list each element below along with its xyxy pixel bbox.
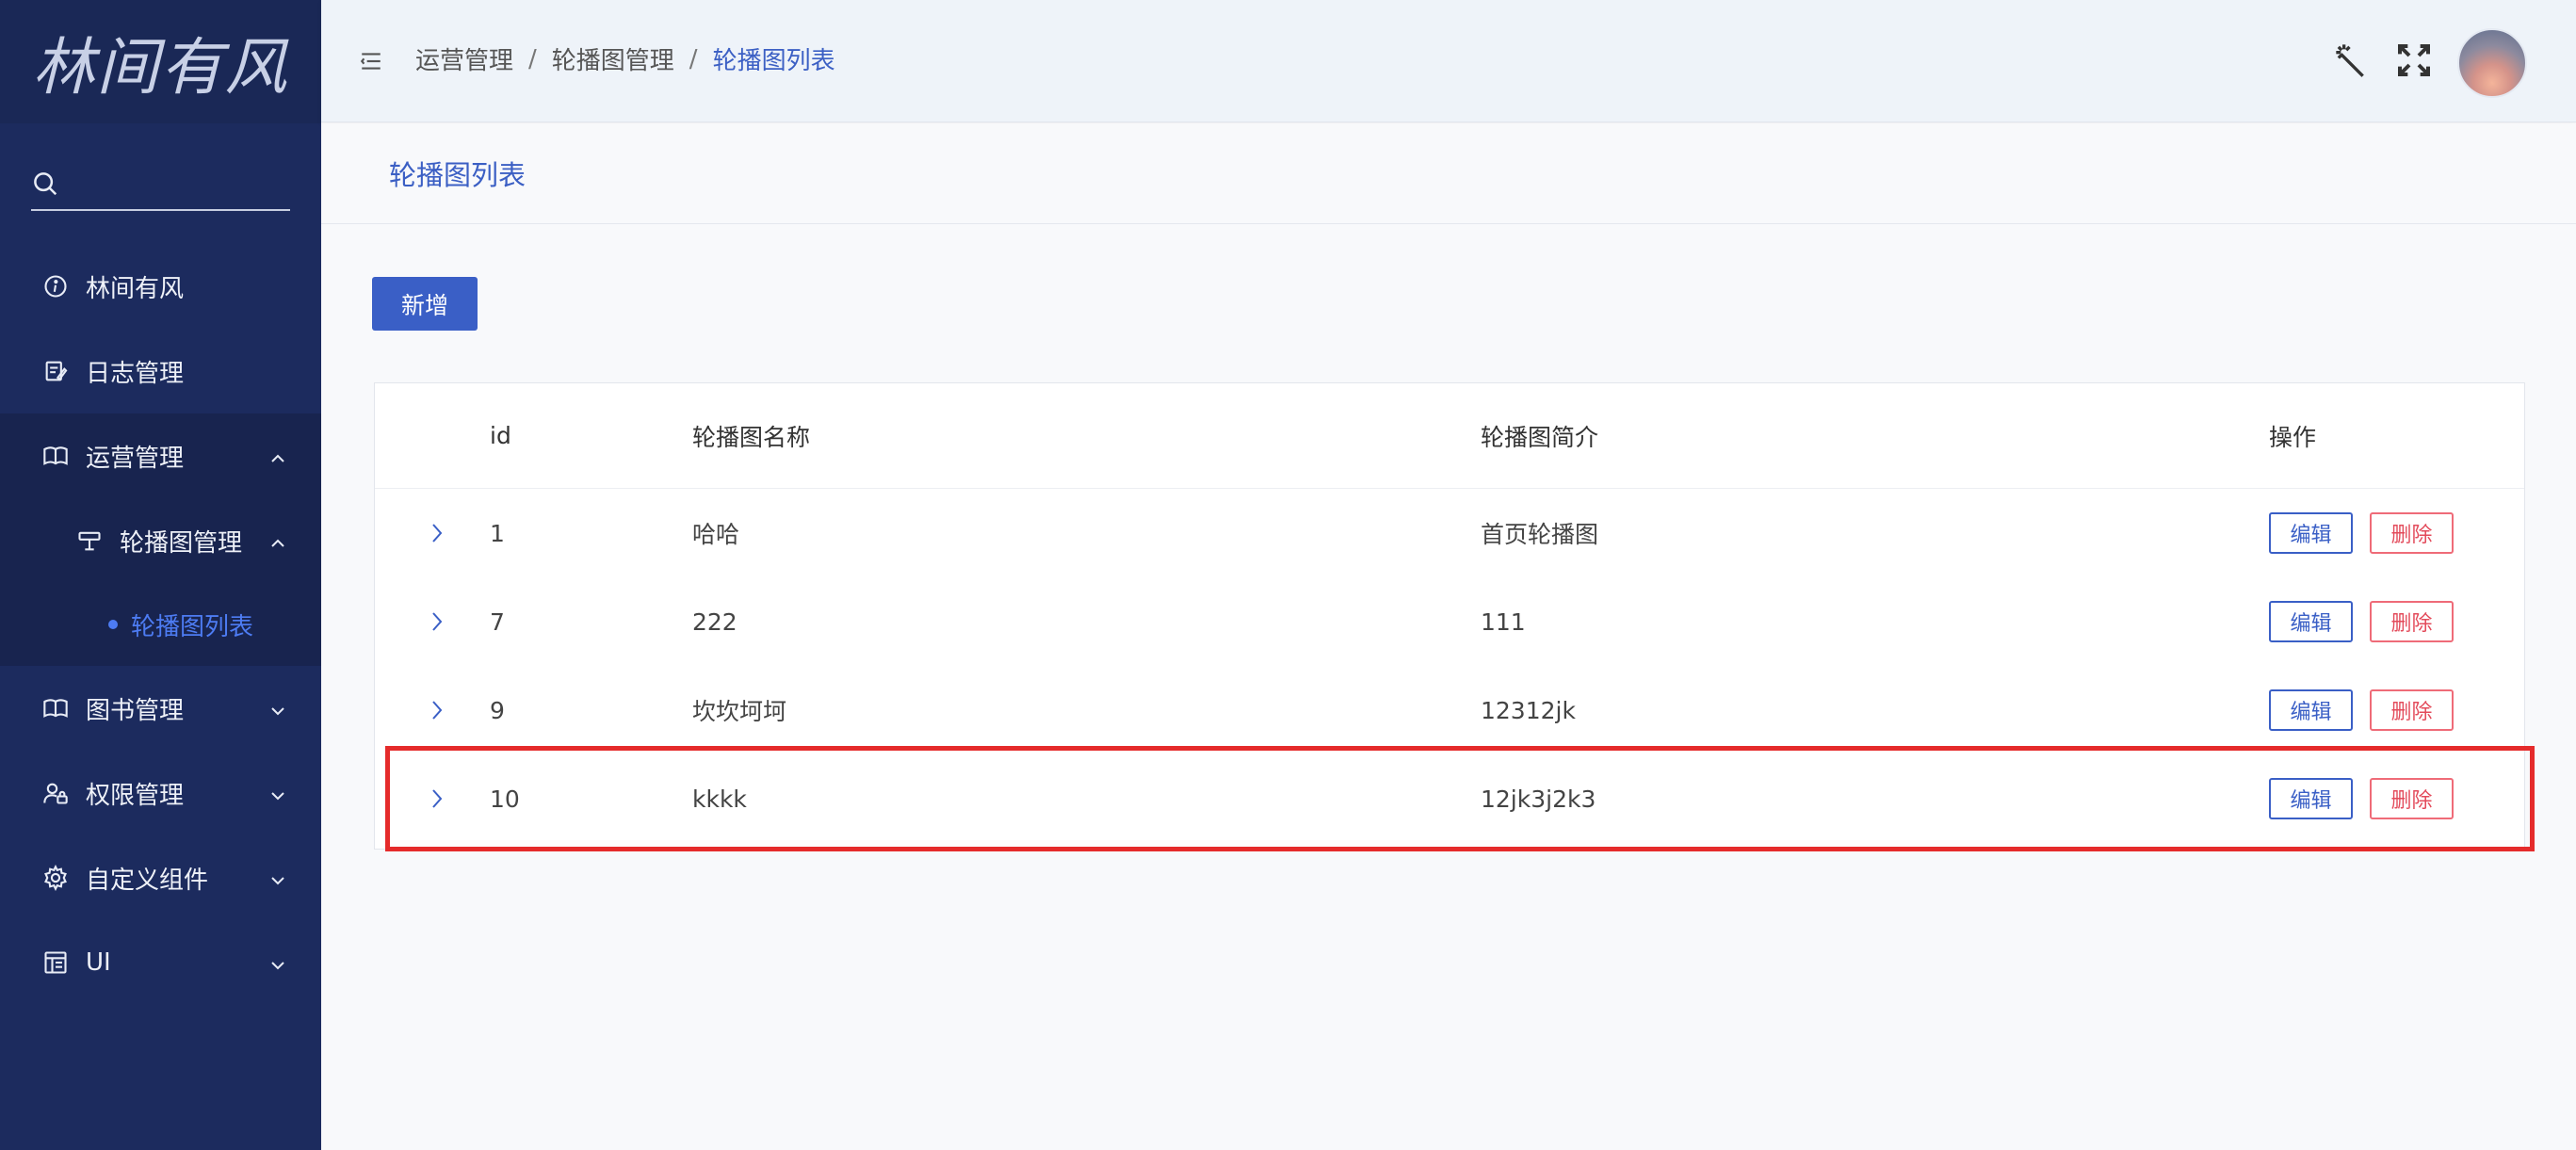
sidebar-item-logs[interactable]: 日志管理 — [0, 329, 321, 413]
breadcrumb-item[interactable]: 运营管理 — [415, 41, 513, 76]
sidebar: 林间有风 林间有风 日志管理 运营管理 轮播图管理 轮播图列表 图书管理 权限管… — [0, 0, 376, 1150]
sidebar-menu: 林间有风 日志管理 运营管理 轮播图管理 轮播图列表 图书管理 权限管理 自定义… — [0, 244, 321, 1005]
column-header-name: 轮播图名称 — [692, 423, 811, 451]
expand-row-icon[interactable] — [375, 610, 490, 633]
sidebar-item-books[interactable]: 图书管理 — [0, 666, 321, 751]
cell-name: kkkk — [692, 785, 747, 813]
breadcrumb: 运营管理 / 轮播图管理 / 轮播图列表 — [415, 41, 835, 76]
sidebar-item-operations[interactable]: 运营管理 — [0, 413, 321, 498]
cell-intro: 首页轮播图 — [1481, 521, 1599, 548]
sidebar-item-label: 轮播图列表 — [131, 612, 254, 641]
cell-actions: 编辑 删除 — [2269, 689, 2454, 731]
expand-row-icon[interactable] — [375, 699, 490, 721]
page-title: 轮播图列表 — [321, 123, 2576, 224]
chevron-down-icon — [268, 699, 287, 718]
breadcrumb-separator: / — [689, 44, 698, 73]
cell-id: 10 — [490, 785, 520, 813]
sidebar-item-carousel-list[interactable]: 轮播图列表 — [0, 583, 321, 666]
delete-button[interactable]: 删除 — [2370, 778, 2454, 819]
top-header: 运营管理 / 轮播图管理 / 轮播图列表 — [321, 0, 2576, 122]
table-header: id 轮播图名称 轮播图简介 操作 — [375, 383, 2524, 489]
edit-button[interactable]: 编辑 — [2269, 689, 2353, 731]
table-row: 1 哈哈 首页轮播图 编辑 删除 — [375, 489, 2524, 577]
active-dot — [108, 620, 118, 629]
breadcrumb-separator: / — [528, 44, 537, 73]
cell-actions: 编辑 删除 — [2269, 778, 2454, 819]
edit-button[interactable]: 编辑 — [2269, 512, 2353, 554]
sidebar-item-label: 轮播图管理 — [120, 528, 243, 558]
sidebar-item-label: 自定义组件 — [86, 866, 209, 895]
sidebar-item-label: 日志管理 — [86, 359, 185, 388]
table-row: 7 222 111 编辑 删除 — [375, 577, 2524, 666]
chevron-down-icon — [268, 784, 287, 802]
table-row: 10 kkkk 12jk3j2k3 编辑 删除 — [375, 754, 2524, 843]
cell-name: 哈哈 — [692, 521, 740, 548]
table-row: 9 坎坎坷坷 12312jk 编辑 删除 — [375, 666, 2524, 754]
carousel-table: id 轮播图名称 轮播图简介 操作 1 哈哈 首页轮播图 编辑 删除 7 222… — [374, 382, 2525, 850]
cell-name: 坎坎坷坷 — [692, 698, 787, 725]
edit-button[interactable]: 编辑 — [2269, 778, 2353, 819]
book-open-icon — [41, 441, 71, 471]
sidebar-item-carousel-management[interactable]: 轮播图管理 — [0, 498, 321, 583]
chevron-up-icon — [268, 531, 287, 550]
sidebar-item-ui[interactable]: UI — [0, 920, 321, 1005]
logo: 林间有风 — [0, 0, 321, 123]
carousel-icon — [74, 526, 105, 556]
breadcrumb-item[interactable]: 轮播图管理 — [552, 41, 674, 76]
sidebar-item-label: UI — [86, 948, 111, 977]
magic-wand-icon[interactable] — [2333, 41, 2371, 79]
avatar[interactable] — [2457, 28, 2527, 98]
cell-intro: 12jk3j2k3 — [1481, 785, 1596, 813]
cell-intro: 111 — [1481, 607, 1526, 636]
cell-id: 9 — [490, 696, 505, 724]
sidebar-item-label: 图书管理 — [86, 696, 185, 725]
sidebar-item-label: 林间有风 — [86, 274, 185, 303]
expand-row-icon[interactable] — [375, 787, 490, 810]
sidebar-item-label: 权限管理 — [86, 781, 185, 810]
column-header-actions: 操作 — [2269, 423, 2317, 451]
fullscreen-icon[interactable] — [2395, 41, 2433, 79]
delete-button[interactable]: 删除 — [2370, 512, 2454, 554]
add-button[interactable]: 新增 — [372, 277, 478, 331]
column-header-id: id — [490, 422, 511, 449]
chevron-up-icon — [268, 446, 287, 465]
cell-id: 7 — [490, 607, 505, 636]
sidebar-item-custom-components[interactable]: 自定义组件 — [0, 835, 321, 920]
delete-button[interactable]: 删除 — [2370, 601, 2454, 642]
user-lock-icon — [41, 778, 71, 808]
sidebar-item-home[interactable]: 林间有风 — [0, 244, 321, 329]
edit-note-icon — [41, 356, 71, 386]
delete-button[interactable]: 删除 — [2370, 689, 2454, 731]
edit-button[interactable]: 编辑 — [2269, 601, 2353, 642]
sidebar-search — [31, 161, 376, 211]
cell-actions: 编辑 删除 — [2269, 512, 2454, 554]
cell-name: 222 — [692, 607, 737, 636]
search-icon — [31, 170, 59, 202]
cell-actions: 编辑 删除 — [2269, 601, 2454, 642]
layout-icon — [41, 948, 71, 978]
breadcrumb-current: 轮播图列表 — [712, 47, 835, 75]
column-header-intro: 轮播图简介 — [1481, 423, 1599, 451]
chevron-down-icon — [268, 953, 287, 972]
info-icon — [41, 271, 71, 301]
sidebar-item-permissions[interactable]: 权限管理 — [0, 751, 321, 835]
sidebar-group-operations: 运营管理 轮播图管理 轮播图列表 — [0, 413, 321, 666]
book-open-icon — [41, 693, 71, 723]
cell-id: 1 — [490, 519, 505, 547]
chevron-down-icon — [268, 868, 287, 887]
expand-row-icon[interactable] — [375, 522, 490, 544]
sidebar-item-label: 运营管理 — [86, 444, 185, 473]
menu-toggle-icon[interactable] — [359, 49, 383, 73]
cell-intro: 12312jk — [1481, 696, 1576, 724]
gear-icon — [41, 863, 71, 893]
